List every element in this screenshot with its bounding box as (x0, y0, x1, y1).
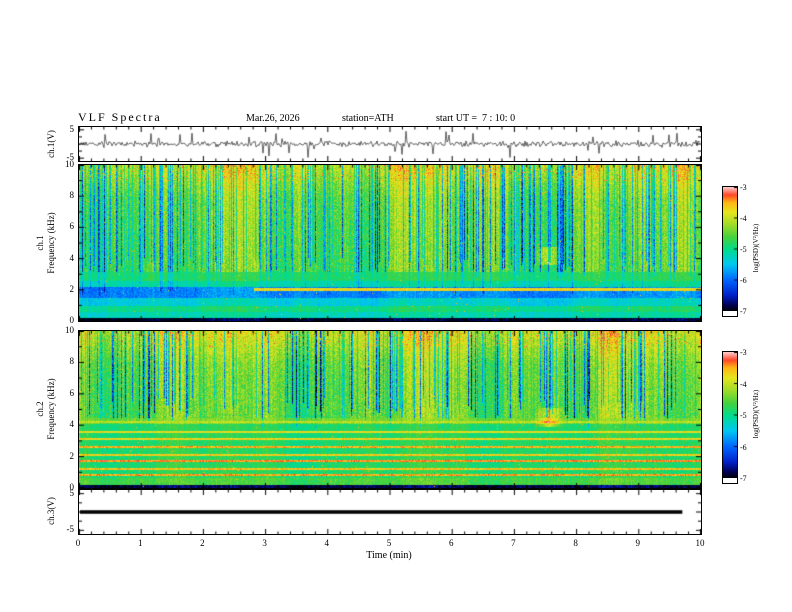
y-tick-label: 4 (69, 419, 75, 430)
ch1-spectrogram-panel (78, 164, 702, 322)
colorbar-tick-label: -6 (740, 276, 747, 285)
colorbar-tick-label: -4 (740, 379, 747, 389)
ch3-waveform-panel (78, 489, 702, 535)
start-ut-label: start UT = 7 : 10: 0 (436, 113, 516, 124)
y-tick-label: 2 (69, 450, 75, 461)
y-tick-label: 5 (69, 123, 75, 134)
station-label: station=ATH (342, 113, 394, 124)
ch2-spectrogram-ylabel-line1: ch.2 (35, 401, 45, 417)
colorbar-tick-label: -4 (740, 214, 747, 223)
colorbar-tick-label: -3 (740, 183, 747, 192)
x-tick-label: 0 (75, 538, 81, 548)
x-tick-label: 3 (262, 538, 267, 548)
y-tick-label: 10 (65, 325, 74, 335)
ch1-colorbar-canvas (723, 187, 737, 311)
x-tick-label: 7 (511, 538, 516, 548)
x-tick-label: 6 (448, 538, 454, 548)
x-tick-label: 4 (324, 538, 330, 548)
x-tick-label: 2 (200, 538, 205, 548)
colorbar-tick-label: -3 (740, 348, 747, 357)
ch3-waveform-canvas (79, 490, 701, 534)
x-tick-label: 9 (635, 538, 641, 548)
colorbar-tick-label: -6 (740, 442, 747, 452)
date-label: Mar.26, 2026 (246, 113, 300, 124)
ch2-spectrogram-panel (78, 330, 702, 489)
colorbar-tick-label: -7 (740, 474, 747, 483)
y-tick-label: -5 (66, 524, 75, 535)
y-tick-label: 6 (69, 387, 75, 398)
y-tick-label: 5 (69, 487, 75, 498)
x-tick-label: 1 (137, 538, 143, 548)
ch1-spectrogram-canvas (79, 165, 701, 321)
ch2-spectrogram-canvas (79, 331, 701, 488)
x-tick-label: 8 (573, 538, 578, 548)
x-tick-label: 10 (695, 538, 705, 548)
y-tick-label: 8 (69, 190, 75, 201)
ch1-colorbar (722, 186, 738, 317)
x-tick-label: 5 (386, 538, 392, 548)
colorbar-tick-label: -7 (740, 307, 747, 316)
y-tick-label: 8 (69, 356, 75, 367)
y-tick-label: 6 (69, 221, 75, 232)
x-axis-label: Time (min) (366, 550, 412, 561)
plot-title: VLF Spectra (78, 110, 162, 124)
vlf-spectra-figure: VLF Spectra Mar.26, 2026 station=ATH sta… (0, 0, 792, 612)
colorbar-tick-label: -5 (740, 411, 747, 420)
ch1-waveform-panel (78, 126, 702, 162)
ch1-spectrogram-ylabel-line1: ch.1 (35, 235, 45, 251)
ch1-waveform-canvas (79, 127, 701, 161)
colorbar-tick-label: -5 (740, 245, 747, 254)
ch2-colorbar (722, 351, 738, 484)
ch2-colorbar-canvas (723, 352, 737, 478)
y-tick-label: 4 (69, 252, 75, 263)
y-tick-label: 2 (69, 283, 75, 294)
y-tick-label: -5 (66, 152, 75, 163)
